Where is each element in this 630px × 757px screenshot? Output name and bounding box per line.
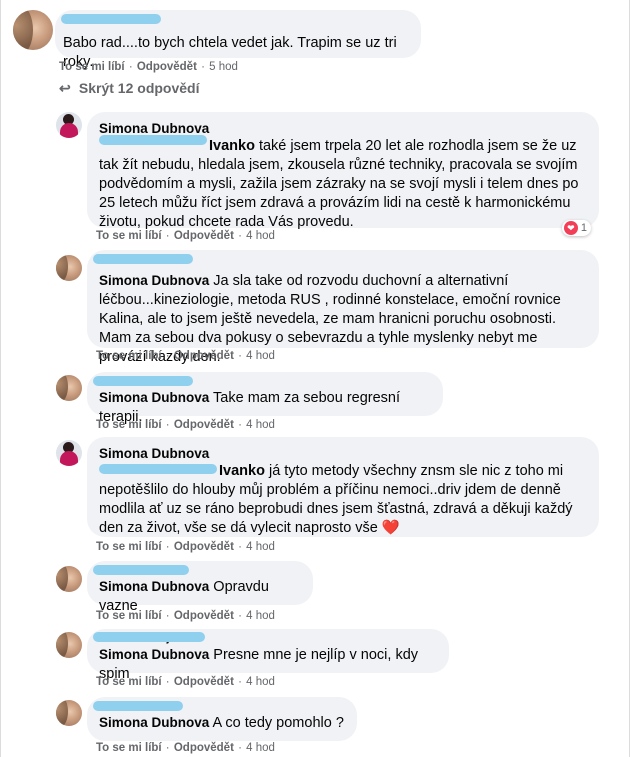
reply-actions: To se mi líbí · Odpovědět · 4 hod [96,676,275,688]
reply-actions: To se mi líbí · Odpovědět · 4 hod [96,541,275,553]
redacted-name [61,14,161,24]
reply-avatar[interactable] [56,112,82,138]
like-link[interactable]: To se mi líbí [96,742,162,754]
reply-link[interactable]: Odpovědět [174,742,234,754]
heart-emoji-icon: ❤️ [381,520,400,536]
like-link[interactable]: To se mi líbí [96,541,162,553]
heart-reaction-icon: ❤ [563,221,578,235]
reaction-number: 1 [580,222,587,234]
reply-author[interactable]: Simona Dubnova [99,445,587,462]
reaction-count[interactable]: ❤ 1 [561,220,591,236]
reply-link[interactable]: Odpovědět [174,676,234,688]
timestamp[interactable]: 4 hod [246,541,275,553]
reply-bubble: Simona Dubnova Ivanko také jsem trpela 2… [87,112,599,230]
reply-author[interactable]: Simona Dubnova [99,273,209,288]
like-link[interactable]: To se mi líbí [96,610,162,622]
redacted-name [93,254,193,264]
like-link[interactable]: To se mi líbí [96,419,162,431]
reply-avatar[interactable] [56,700,82,726]
comment-thread: Babo rad....to bych chtela vedet jak. Tr… [0,0,630,757]
redacted-name [93,376,193,386]
like-link[interactable]: To se mi líbí [96,350,162,362]
reply-bubble: Simona Dubnova Opravdu vazne [87,561,313,614]
redacted-name [93,632,205,642]
reply-link[interactable]: Odpovědět [174,419,234,431]
reply-actions: To se mi líbí · Odpovědět · 4 hod [96,350,275,362]
timestamp[interactable]: 4 hod [246,350,275,362]
reply-actions: To se mi líbí · Odpovědět · 4 hod [96,230,275,242]
hide-replies-label: Skrýt 12 odpovědí [78,80,200,96]
reply-arrow-icon: ↩ [59,80,71,96]
reply-author[interactable]: Simona Dubnova [99,579,209,594]
redacted-name [99,135,207,145]
reply-text: také jsem trpela 20 let ale rozhodla jse… [99,138,579,230]
reply-bubble: Simona Dubnova Ja sla take od rozvodu du… [87,250,599,365]
reply-avatar[interactable] [56,632,82,658]
reply-avatar[interactable] [56,566,82,592]
reply-author[interactable]: Simona Dubnova [99,647,209,662]
like-link[interactable]: To se mi líbí [96,230,162,242]
reply-text: A co tedy pomohlo ? [212,715,344,731]
reply-avatar[interactable] [56,255,82,281]
reply-author[interactable]: Simona Dubnova [99,390,209,405]
reply-link[interactable]: Odpovědět [174,230,234,242]
like-link[interactable]: To se mi líbí [96,676,162,688]
comment-actions: To se mi líbí · Odpovědět · 5 hod [59,61,238,73]
timestamp[interactable]: 4 hod [246,610,275,622]
hide-replies-button[interactable]: ↩ Skrýt 12 odpovědí [59,80,199,97]
reply-link[interactable]: Odpovědět [174,610,234,622]
reply-bubble: Simona Dubnova Ivanko já tyto metody vše… [87,437,599,537]
reply-actions: To se mi líbí · Odpovědět · 4 hod [96,610,275,622]
reply-avatar[interactable] [56,375,82,401]
like-link[interactable]: To se mi líbí [59,61,125,73]
reply-link[interactable]: Odpovědět [137,61,197,73]
mention[interactable]: Ivanko [219,463,265,479]
reply-author[interactable]: Simona Dubnova [99,715,209,730]
timestamp[interactable]: 4 hod [246,230,275,242]
commenter-avatar[interactable] [13,10,53,50]
timestamp[interactable]: 5 hod [209,61,238,73]
reply-bubble: Ivana Brhlozejova Simona Dubnova Presne … [87,629,449,682]
reply-avatar[interactable] [56,440,82,466]
reply-link[interactable]: Odpovědět [174,541,234,553]
comment-bubble: Babo rad....to bych chtela vedet jak. Tr… [55,10,421,70]
reply-actions: To se mi líbí · Odpovědět · 4 hod [96,742,275,754]
reply-bubble: Simona Dubnova A co tedy pomohlo ? [87,697,357,741]
reply-bubble: Simona Dubnova Take mam za sebou regresn… [87,372,443,425]
reply-actions: To se mi líbí · Odpovědět · 4 hod [96,419,275,431]
redacted-name [93,701,183,711]
timestamp[interactable]: 4 hod [246,676,275,688]
reply-link[interactable]: Odpovědět [174,350,234,362]
mention[interactable]: Ivanko [209,138,255,154]
timestamp[interactable]: 4 hod [246,742,275,754]
redacted-name [93,565,189,575]
redacted-name [99,464,217,474]
timestamp[interactable]: 4 hod [246,419,275,431]
